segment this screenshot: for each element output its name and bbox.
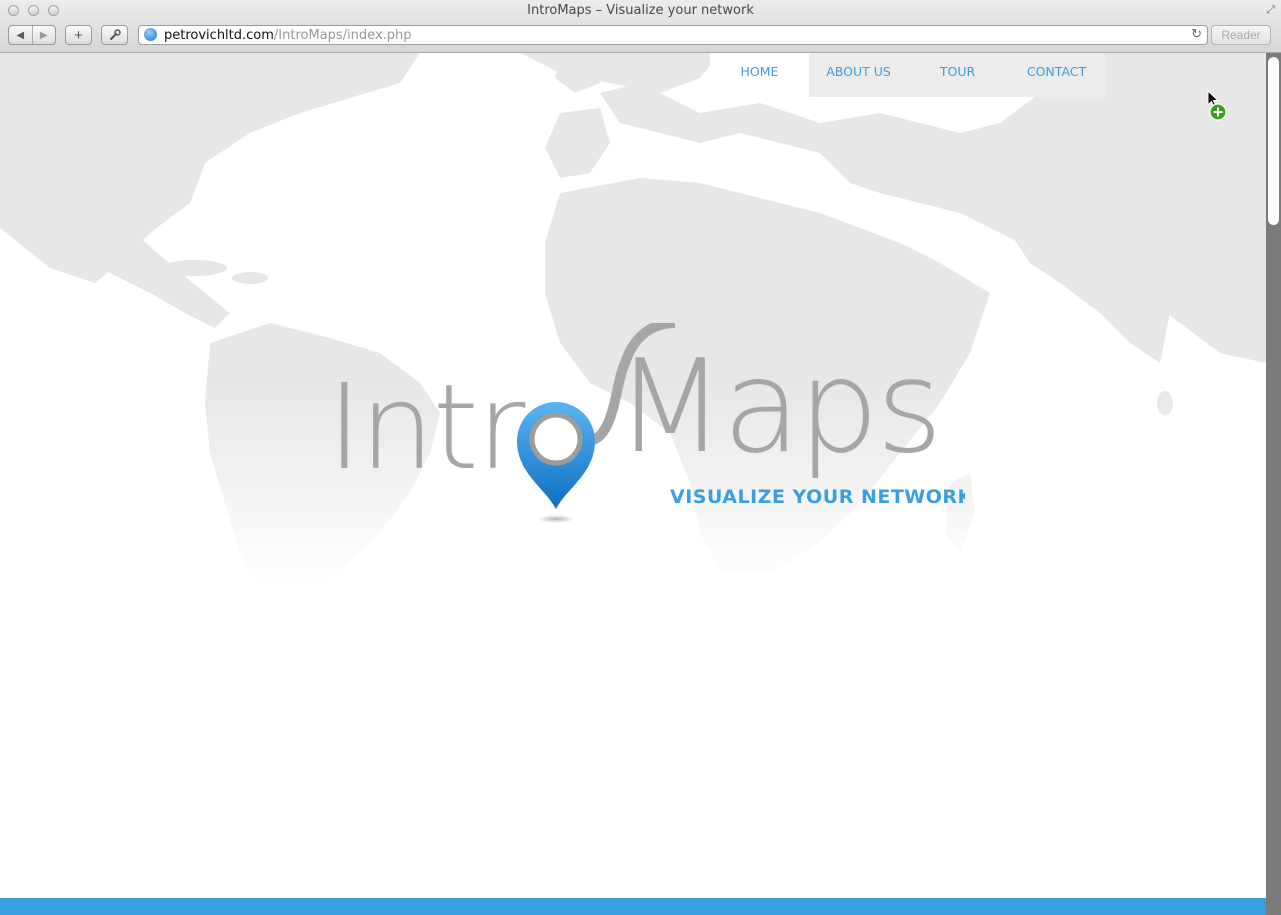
logo-word-maps: Maps [615, 333, 940, 482]
footer-accent-bar [0, 898, 1266, 915]
back-forward-buttons: ◀ ▶ [8, 25, 56, 45]
fullscreen-icon[interactable]: ⤢ [1266, 4, 1275, 17]
wrench-icon [109, 29, 121, 40]
settings-button[interactable] [101, 25, 128, 45]
browser-chrome: IntroMaps – Visualize your network ⤢ ◀ ▶… [0, 0, 1281, 53]
url-text[interactable]: petrovichltd.com/IntroMaps/index.php [164, 28, 412, 43]
nav-contact[interactable]: CONTACT [1007, 53, 1106, 90]
nav-home[interactable]: HOME [710, 53, 809, 97]
forward-arrow-icon[interactable]: ▶ [33, 30, 56, 41]
nav-tour[interactable]: TOUR [908, 53, 1007, 90]
address-bar[interactable]: petrovichltd.com/IntroMaps/index.php ↻ [138, 25, 1208, 45]
reload-icon[interactable]: ↻ [1191, 26, 1202, 42]
plus-icon: + [74, 26, 83, 44]
map-pin-icon [517, 402, 595, 523]
url-path: /IntroMaps/index.php [273, 28, 412, 43]
url-host: petrovichltd.com [164, 28, 274, 43]
nav-about-us[interactable]: ABOUT US [809, 53, 908, 90]
logo-word-intr: Intr [327, 358, 526, 496]
intromaps-logo: Intr Maps VISUALIZE YOUR NETWORK [327, 323, 965, 523]
add-bookmark-button[interactable]: + [65, 25, 92, 45]
logo-tagline: VISUALIZE YOUR NETWORK [670, 486, 965, 508]
back-arrow-icon[interactable]: ◀ [9, 30, 32, 41]
window-title: IntroMaps – Visualize your network [527, 3, 754, 18]
reader-button[interactable]: Reader [1211, 25, 1271, 45]
globe-icon [144, 28, 157, 41]
web-page: HOME ABOUT US TOUR CONTACT Intr Maps VIS… [0, 53, 1266, 915]
main-navigation: HOME ABOUT US TOUR CONTACT [710, 53, 1106, 97]
scrollbar-thumb[interactable] [1268, 57, 1279, 225]
copy-cursor-icon [1207, 90, 1227, 121]
